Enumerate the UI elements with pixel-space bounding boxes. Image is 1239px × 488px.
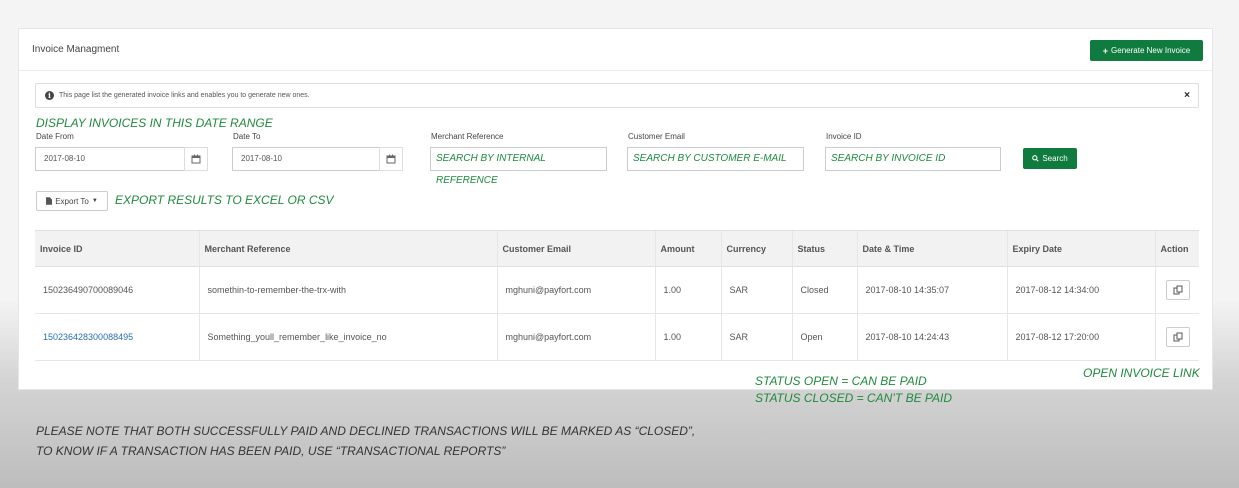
date-range-annotation: DISPLAY INVOICES IN THIS DATE RANGE	[36, 116, 273, 130]
col-datetime[interactable]: Date & Time	[856, 230, 1007, 267]
cell-currency: SAR	[720, 266, 792, 314]
cell-email: mghuni@payfort.com	[496, 266, 655, 314]
export-button[interactable]: Export To ▼	[36, 191, 108, 211]
status-open-annotation: STATUS OPEN = CAN BE PAID	[755, 374, 927, 388]
cell-invoice-id-link[interactable]: 150236428300088495	[35, 313, 199, 361]
date-from-label: Date From	[36, 132, 74, 141]
search-button[interactable]: Search	[1023, 148, 1077, 169]
open-link-annotation: OPEN INVOICE LINK	[1083, 366, 1200, 380]
cell-expiry: 2017-08-12 14:34:00	[1006, 266, 1155, 314]
calendar-icon[interactable]	[184, 147, 208, 171]
cell-datetime: 2017-08-10 14:35:07	[856, 266, 1007, 314]
cell-action	[1154, 313, 1199, 361]
info-text: This page list the generated invoice lin…	[59, 92, 310, 99]
cell-merchant-ref: somethin-to-remember-the-trx-with	[198, 266, 497, 314]
cell-currency: SAR	[720, 313, 792, 361]
customer-email-input[interactable]: SEARCH BY CUSTOMER E-MAIL	[627, 147, 804, 171]
invoice-table: Invoice ID Merchant Reference Customer E…	[35, 230, 1199, 361]
plus-icon: +	[1102, 45, 1109, 56]
cell-email: mghuni@payfort.com	[496, 313, 655, 361]
status-closed-annotation: STATUS CLOSED = CAN’T BE PAID	[755, 391, 953, 405]
copy-link-button[interactable]	[1165, 327, 1190, 347]
date-to-label: Date To	[233, 132, 261, 141]
date-to-input[interactable]: 2017-08-10	[232, 147, 380, 171]
export-annotation: EXPORT RESULTS TO EXCEL OR CSV	[115, 193, 334, 207]
info-icon: i	[45, 91, 54, 100]
table-row: 150236490700089046 somethin-to-remember-…	[35, 266, 1199, 314]
calendar-icon[interactable]	[379, 147, 403, 171]
generate-invoice-button[interactable]: + Generate New Invoice	[1090, 40, 1203, 61]
cell-datetime: 2017-08-10 14:24:43	[856, 313, 1007, 361]
merchant-ref-label: Merchant Reference	[431, 132, 504, 141]
cell-amount: 1.00	[654, 313, 721, 361]
cell-amount: 1.00	[654, 266, 721, 314]
col-customer-email[interactable]: Customer Email	[496, 230, 655, 267]
note-line-2: TO KNOW IF A TRANSACTION HAS BEEN PAID, …	[36, 444, 506, 458]
cell-invoice-id: 150236490700089046	[35, 266, 199, 314]
note-line-1: PLEASE NOTE THAT BOTH SUCCESSFULLY PAID …	[36, 424, 696, 438]
table-row: 150236428300088495 Something_youll_remem…	[35, 313, 1199, 361]
col-action: Action	[1154, 230, 1199, 267]
page-title: Invoice Managment	[32, 44, 120, 55]
panel-header: Invoice Managment + Generate New Invoice	[19, 29, 1212, 71]
col-currency[interactable]: Currency	[720, 230, 792, 267]
cell-status: Closed	[791, 266, 857, 314]
close-icon[interactable]: ×	[1184, 90, 1190, 101]
invoice-id-input[interactable]: SEARCH BY INVOICE ID	[825, 147, 1001, 171]
caret-down-icon: ▼	[91, 198, 98, 204]
cell-status: Open	[791, 313, 857, 361]
cell-expiry: 2017-08-12 17:20:00	[1006, 313, 1155, 361]
search-label: Search	[1042, 154, 1068, 163]
table-header-row: Invoice ID Merchant Reference Customer E…	[35, 230, 1199, 267]
invoice-panel: Invoice Managment + Generate New Invoice…	[18, 28, 1213, 390]
file-icon	[46, 197, 53, 205]
generate-invoice-label: Generate New Invoice	[1111, 46, 1191, 55]
export-label: Export To	[55, 196, 89, 206]
invoice-id-label: Invoice ID	[826, 132, 862, 141]
customer-email-label: Customer Email	[628, 132, 685, 141]
copy-icon	[1173, 332, 1182, 342]
col-merchant-ref[interactable]: Merchant Reference	[198, 230, 497, 267]
cell-action	[1154, 266, 1199, 314]
cell-merchant-ref: Something_youll_remember_like_invoice_no	[198, 313, 497, 361]
col-invoice-id[interactable]: Invoice ID	[35, 230, 199, 267]
search-icon	[1032, 155, 1039, 162]
copy-link-button[interactable]	[1165, 280, 1190, 300]
copy-icon	[1173, 285, 1182, 295]
info-alert: i This page list the generated invoice l…	[35, 83, 1199, 108]
col-amount[interactable]: Amount	[654, 230, 721, 267]
merchant-ref-input[interactable]: SEARCH BY INTERNAL REFERENCE	[430, 147, 607, 186]
date-from-input[interactable]: 2017-08-10	[35, 147, 185, 171]
col-expiry[interactable]: Expiry Date	[1006, 230, 1155, 267]
col-status[interactable]: Status	[791, 230, 857, 267]
